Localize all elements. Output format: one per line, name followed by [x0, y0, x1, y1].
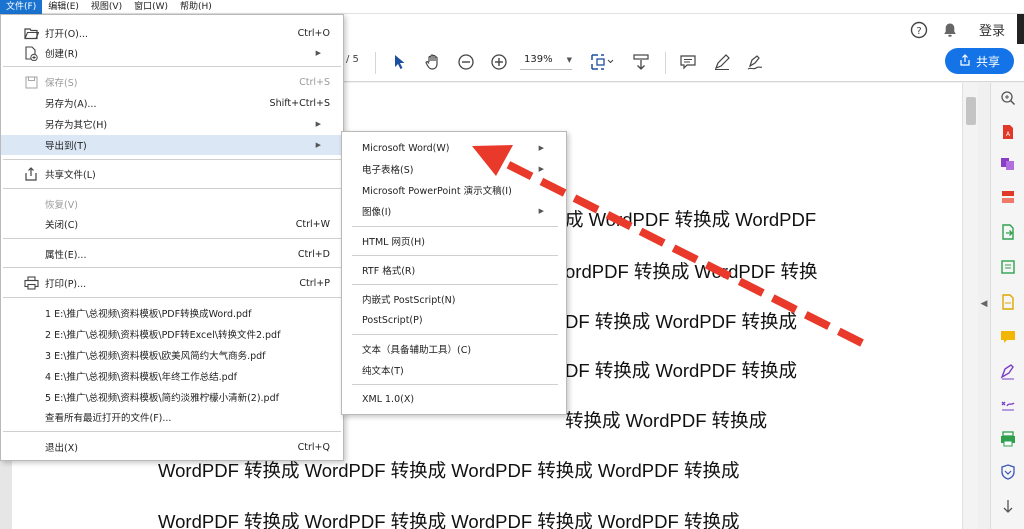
menu-item-save-as[interactable]: 另存为(A)... Shift+Ctrl+S [1, 93, 343, 113]
comment-tool-icon[interactable] [999, 328, 1017, 346]
recent-file-item[interactable]: 4 E:\推广\总视频\资料模板\年终工作总结.pdf [1, 366, 343, 386]
submenu-arrow-icon: ▶ [315, 141, 321, 149]
menu-item-open[interactable]: 打开(O)... Ctrl+O [1, 23, 343, 43]
export-pdf-icon[interactable] [999, 223, 1017, 241]
menu-item-exit[interactable]: 退出(X) Ctrl+Q [1, 437, 343, 457]
menu-item-view-all-recent[interactable]: 查看所有最近打开的文件(F)... [1, 407, 343, 427]
menu-item-print[interactable]: 打印(P)... Ctrl+P [1, 273, 343, 293]
submenu-arrow-icon: ▶ [315, 49, 321, 57]
folder-open-icon [23, 25, 39, 41]
create-pdf-icon[interactable]: A [999, 123, 1017, 141]
export-submenu: Microsoft Word(W) ▶ 电子表格(S) ▶ Microsoft … [341, 131, 567, 415]
menu-help[interactable]: 帮助(H) [174, 0, 218, 14]
document-line: ordPDF 转换成 WordPDF 转换 [565, 261, 818, 282]
scroll-mode-icon[interactable] [630, 51, 652, 73]
combine-files-icon[interactable] [999, 155, 1017, 173]
fit-page-icon[interactable] [588, 51, 616, 73]
menu-file[interactable]: 文件(F) [0, 0, 43, 14]
share-label: 共享 [975, 54, 1000, 69]
menu-item-save[interactable]: 保存(S) Ctrl+S [1, 72, 343, 92]
export-item-text-plain[interactable]: 纯文本(T) [342, 360, 566, 380]
export-item-eps[interactable]: 内嵌式 PostScript(N) [342, 289, 566, 309]
comment-icon[interactable] [678, 52, 698, 72]
zoom-select[interactable]: 139% ▼ [520, 50, 572, 70]
window-edge [1017, 14, 1024, 44]
protect-shield-icon[interactable] [999, 463, 1017, 481]
menubar: 文件(F) 编辑(E) 视图(V) 窗口(W) 帮助(H) [0, 0, 1024, 14]
menu-item-export-to[interactable]: 导出到(T) ▶ [1, 135, 343, 155]
recent-file-item[interactable]: 2 E:\推广\总视频\资料模板\PDF转Excel\转换文件2.pdf [1, 324, 343, 344]
svg-text:?: ? [916, 26, 921, 37]
export-item-spreadsheet[interactable]: 电子表格(S) ▶ [342, 159, 566, 179]
select-cursor-icon[interactable] [390, 52, 410, 72]
menu-item-revert[interactable]: 恢复(V) [1, 194, 343, 214]
document-line: 转换成 WordPDF 转换成 [565, 410, 768, 431]
menu-window[interactable]: 窗口(W) [128, 0, 174, 14]
chevron-down-icon: ▼ [566, 55, 572, 64]
menu-item-share-file[interactable]: 共享文件(L) [1, 164, 343, 184]
menu-item-properties[interactable]: 属性(E)... Ctrl+D [1, 244, 343, 264]
printer-icon [23, 275, 39, 291]
zoom-value: 139% [524, 54, 553, 65]
scrollbar-thumb[interactable] [966, 97, 976, 125]
menu-item-save-as-other[interactable]: 另存为其它(H) ▶ [1, 114, 343, 134]
document-line: DF 转换成 WordPDF 转换成 [565, 360, 797, 381]
export-item-image[interactable]: 图像(I) ▶ [342, 201, 566, 221]
document-line: 成 WordPDF 转换成 WordPDF [565, 209, 817, 230]
menu-item-create[interactable]: 创建(R) ▶ [1, 43, 343, 63]
highlight-pen-icon[interactable] [712, 52, 732, 72]
menu-item-close[interactable]: 关闭(C) Ctrl+W [1, 214, 343, 234]
zoom-out-icon[interactable] [456, 52, 476, 72]
share-icon [959, 53, 971, 69]
document-line: WordPDF 转换成 WordPDF 转换成 WordPDF 转换成 Word… [158, 511, 740, 529]
bell-icon[interactable] [940, 20, 960, 40]
collapse-panel-icon[interactable]: ◀ [978, 296, 990, 312]
help-icon[interactable]: ? [909, 20, 929, 40]
zoom-in-icon[interactable] [489, 52, 509, 72]
document-line: DF 转换成 WordPDF 转换成 [565, 311, 797, 332]
vertical-scrollbar[interactable] [962, 83, 978, 529]
export-item-postscript[interactable]: PostScript(P) [342, 310, 566, 330]
send-for-signature-icon[interactable] [999, 396, 1017, 414]
export-item-html[interactable]: HTML 网页(H) [342, 231, 566, 251]
more-tools-icon[interactable] [999, 497, 1017, 515]
share-icon [23, 166, 39, 182]
recent-file-item[interactable]: 5 E:\推广\总视频\资料模板\简约淡雅柠檬小清新(2).pdf [1, 387, 343, 407]
submenu-arrow-icon: ▶ [538, 207, 544, 215]
create-doc-icon [23, 45, 39, 61]
save-icon [23, 74, 39, 90]
recent-file-item[interactable]: 1 E:\推广\总视频\资料模板\PDF转换成Word.pdf [1, 303, 343, 323]
file-menu: 打开(O)... Ctrl+O 创建(R) ▶ 保存(S) Ctrl+S 另存为… [0, 14, 344, 461]
export-item-xml[interactable]: XML 1.0(X) [342, 389, 566, 409]
recent-file-item[interactable]: 3 E:\推广\总视频\资料模板\欧美风简约大气商务.pdf [1, 345, 343, 365]
hand-tool-icon[interactable] [422, 51, 444, 73]
export-item-rtf[interactable]: RTF 格式(R) [342, 260, 566, 280]
right-tools-panel: A [990, 83, 1024, 529]
login-link[interactable]: 登录 [979, 20, 1005, 39]
menu-view[interactable]: 视图(V) [85, 0, 128, 14]
zoom-search-icon[interactable] [999, 89, 1017, 107]
export-item-text-accessible[interactable]: 文本（具备辅助工具）(C) [342, 339, 566, 359]
sign-icon[interactable] [745, 52, 765, 72]
signature-icon[interactable] [999, 363, 1017, 381]
export-item-word[interactable]: Microsoft Word(W) ▶ [342, 138, 566, 158]
submenu-arrow-icon: ▶ [315, 120, 321, 128]
page-count: / 5 [346, 54, 359, 65]
organize-pages-icon[interactable] [999, 188, 1017, 206]
edit-pdf-icon[interactable] [999, 258, 1017, 276]
fill-sign-icon[interactable] [999, 293, 1017, 311]
submenu-arrow-icon: ▶ [538, 144, 544, 152]
submenu-arrow-icon: ▶ [538, 165, 544, 173]
export-item-powerpoint[interactable]: Microsoft PowerPoint 演示文稿(I) [342, 180, 566, 200]
print-production-icon[interactable] [999, 430, 1017, 448]
menu-edit[interactable]: 编辑(E) [42, 0, 85, 14]
share-button[interactable]: 共享 [945, 48, 1014, 74]
